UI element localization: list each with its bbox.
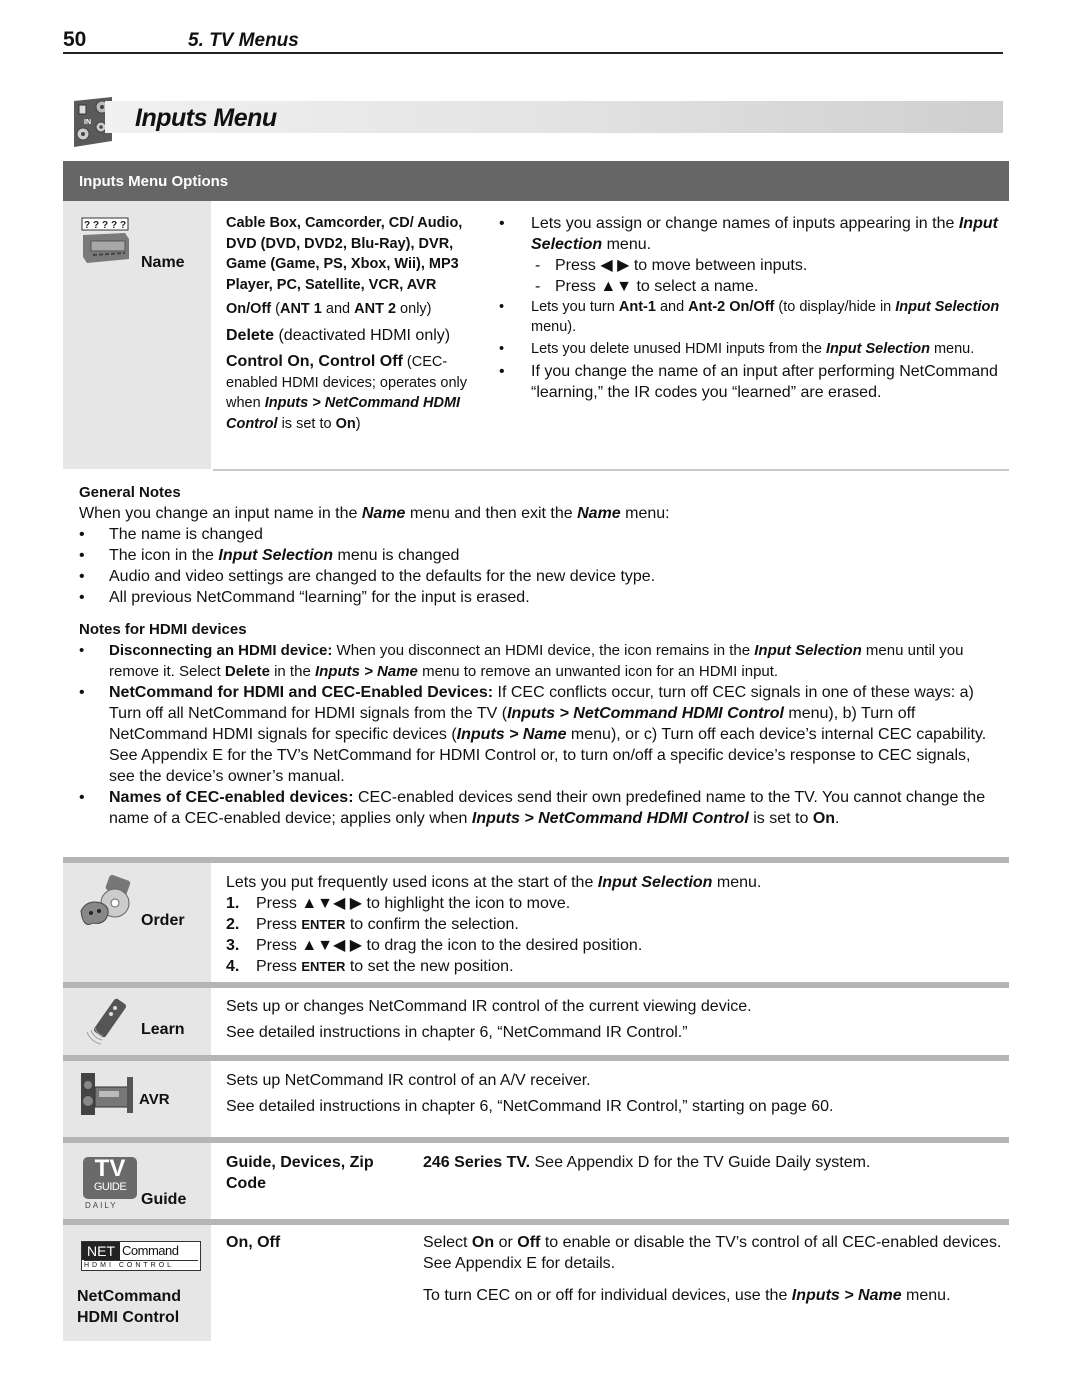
guide-options: Guide, Devices, Zip Code: [226, 1154, 374, 1192]
options-header-label: Inputs Menu Options: [79, 173, 229, 190]
options-table-header: Inputs Menu Options: [63, 161, 1009, 201]
netcommand-options: On, Off: [226, 1234, 281, 1251]
remote-control-icon: [86, 998, 127, 1045]
order-step: 2. Press ENTER to confirm the selection.: [226, 916, 519, 933]
tv-guide-daily-icon: TV GUIDE: [83, 1157, 137, 1199]
name-desc-bullet: Lets you assign or change names of input…: [495, 213, 1007, 297]
order-steps: 1. Press ▲▼◀ ▶ to highlight the icon to m…: [226, 893, 1006, 977]
netcommand-label-line-2: HDMI Control: [77, 1309, 180, 1326]
section-title-bar: Inputs Menu: [105, 101, 1003, 133]
order-step: 1. Press ▲▼◀ ▶ to highlight the icon to m…: [226, 895, 571, 912]
learn-row-label-cell: Learn: [63, 988, 211, 1055]
svg-text:IN: IN: [84, 119, 91, 126]
onoff-option: On/Off (ANT 1 and ANT 2 only): [226, 301, 432, 317]
order-step: 3. Press ▲▼◀ ▶ to drag the icon to the de…: [226, 937, 643, 954]
netcommand-row-label-cell: NET Command HDMI CONTROL NetCommand HDMI…: [63, 1225, 211, 1341]
learn-row: Learn Sets up or changes NetCommand IR c…: [63, 988, 1009, 1055]
device-list: Cable Box, Camcorder, CD/ Audio, DVD (DV…: [226, 215, 463, 293]
avr-row-label-cell: AVR: [63, 1061, 211, 1137]
avr-label: AVR: [139, 1091, 170, 1108]
control-option: Control On, Control Off (CEC-enabled HDM…: [226, 353, 467, 432]
name-desc-bullet: Lets you delete unused HDMI inputs from …: [495, 339, 1007, 359]
avr-line-2: See detailed instructions in chapter 6, …: [226, 1098, 834, 1115]
hdmi-note-item: Names of CEC-enabled devices: CEC-enable…: [79, 787, 999, 829]
order-intro: Lets you put frequently used icons at th…: [226, 874, 762, 891]
guide-description: 246 Series TV. See Appendix D for the TV…: [423, 1154, 871, 1171]
name-label: Name: [141, 254, 185, 271]
general-note-item: The name is changed: [79, 524, 999, 545]
page-header: 50 5. TV Menus: [63, 28, 1003, 54]
svg-text:?: ?: [102, 220, 108, 231]
order-row-label-cell: Order: [63, 863, 211, 982]
arrow-left-right-keys: ◀ ▶: [600, 257, 630, 274]
svg-text:?: ?: [93, 220, 99, 231]
section-title: Inputs Menu: [135, 104, 277, 132]
netcommand-hdmi-logo: NET Command HDMI CONTROL: [81, 1241, 201, 1271]
learn-line-2: See detailed instructions in chapter 6, …: [226, 1024, 688, 1041]
delete-option: Delete (deactivated HDMI only): [226, 326, 451, 344]
hdmi-note-item: NetCommand for HDMI and CEC-Enabled Devi…: [79, 682, 999, 787]
tv-guide-daily-text: DAILY: [85, 1201, 118, 1210]
learn-label: Learn: [141, 1021, 185, 1038]
guide-row: TV GUIDE DAILY Guide Guide, Devices, Zip…: [63, 1143, 1009, 1219]
general-note-item: All previous NetCommand “learning” for t…: [79, 587, 999, 608]
svg-text:?: ?: [120, 220, 126, 231]
order-row: Order Lets you put frequently used icons…: [63, 863, 1009, 982]
hdmi-notes-heading: Notes for HDMI devices: [79, 621, 247, 638]
guide-label: Guide: [141, 1191, 187, 1208]
name-row: ????? Name Cable Box, Camcorder, CD/ Aud…: [63, 201, 1009, 469]
general-notes-list: The name is changed The icon in the Inpu…: [79, 524, 999, 608]
general-notes: General Notes When you change an input n…: [79, 482, 999, 608]
hdmi-notes-list: Disconnecting an HDMI device: When you d…: [79, 640, 999, 829]
hdmi-notes: Notes for HDMI devices Disconnecting an …: [79, 619, 999, 829]
name-sub-steps: Press ◀ ▶ to move between inputs. Press …: [531, 255, 1007, 297]
av-receiver-icon: [81, 1073, 133, 1115]
hdmi-note-item: Disconnecting an HDMI device: When you d…: [79, 640, 999, 682]
name-description: Lets you assign or change names of input…: [495, 213, 1007, 403]
avr-line-1: Sets up NetCommand IR control of an A/V …: [226, 1072, 591, 1089]
order-devices-icon: [80, 874, 131, 925]
learn-line-1: Sets up or changes NetCommand IR control…: [226, 998, 752, 1015]
order-step: 4. Press ENTER to set the new position.: [226, 958, 514, 975]
name-row-label-cell: ????? Name: [63, 201, 211, 469]
arrow-up-down-keys: ▲▼: [600, 278, 633, 295]
general-note-item: Audio and video settings are changed to …: [79, 566, 999, 587]
chapter-title: 5. TV Menus: [188, 30, 299, 51]
general-notes-heading: General Notes: [79, 484, 181, 501]
order-label: Order: [141, 912, 185, 929]
netcommand-desc-1: Select On or Off to enable or disable th…: [423, 1234, 1002, 1272]
page-number: 50: [63, 28, 87, 51]
guide-row-label-cell: TV GUIDE DAILY Guide: [63, 1143, 211, 1219]
svg-text:?: ?: [84, 220, 90, 231]
general-notes-intro: When you change an input name in the Nam…: [79, 505, 670, 522]
divider: [213, 469, 1009, 471]
name-device-icon: ?????: [81, 217, 129, 263]
netcommand-label-line-1: NetCommand: [77, 1288, 182, 1305]
netcommand-desc-2: To turn CEC on or off for individual dev…: [423, 1287, 951, 1304]
general-note-item: The icon in the Input Selection menu is …: [79, 545, 999, 566]
name-desc-bullet: If you change the name of an input after…: [495, 361, 1007, 403]
avr-row: AVR Sets up NetCommand IR control of an …: [63, 1061, 1009, 1137]
name-desc-bullet: Lets you turn Ant-1 and Ant-2 On/Off (to…: [495, 297, 1007, 337]
svg-text:?: ?: [111, 220, 117, 231]
name-options: Cable Box, Camcorder, CD/ Audio, DVD (DV…: [226, 213, 476, 434]
netcommand-row: NET Command HDMI CONTROL NetCommand HDMI…: [63, 1225, 1009, 1341]
